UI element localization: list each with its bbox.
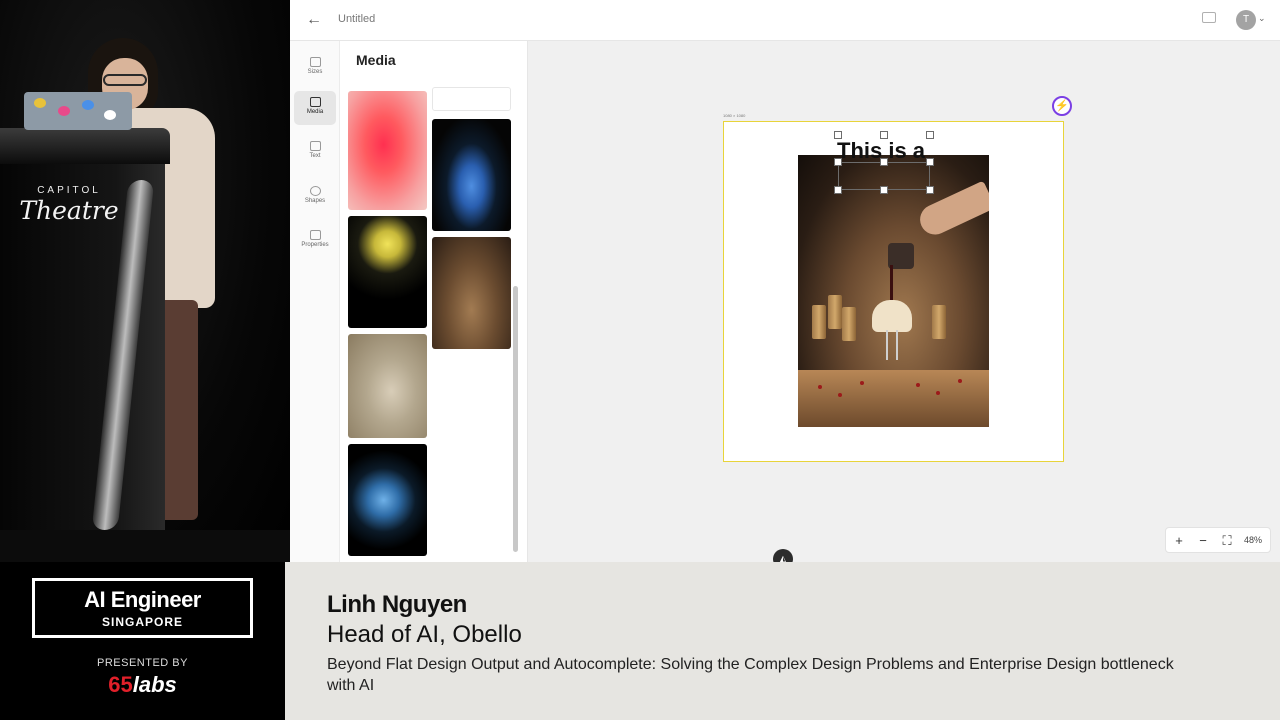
tool-properties[interactable]: Properties xyxy=(294,224,336,258)
image-cup xyxy=(828,295,842,329)
sponsor-word: labs xyxy=(132,672,177,697)
sponsor-logo: 65labs xyxy=(0,672,285,698)
frame-size-label: 1080 × 1080 xyxy=(723,113,746,118)
hub-icon[interactable]: ◭ xyxy=(773,549,793,562)
chevron-down-icon[interactable]: ⌄ xyxy=(1258,13,1266,24)
resize-handle[interactable] xyxy=(880,131,888,139)
brand-subtitle: SINGAPORE xyxy=(101,615,183,629)
image-cup xyxy=(812,305,826,339)
media-thumb-yellow-flower[interactable] xyxy=(348,216,427,328)
tool-sizes[interactable]: Sizes xyxy=(294,51,336,85)
podium-small-text: CAPITOL xyxy=(37,185,101,196)
design-app: ← Untitled T ⌄ Sizes Media Text Shapes P… xyxy=(290,0,1280,562)
tool-label: Text xyxy=(309,153,321,159)
avatar[interactable]: T xyxy=(1236,10,1256,30)
media-thumb-red-heel[interactable] xyxy=(348,91,427,210)
stage-video: CAPITOL Theatre xyxy=(0,0,290,562)
image-pour-stream xyxy=(890,265,893,305)
resize-handle[interactable] xyxy=(880,186,888,194)
presented-by-label: PRESENTED BY xyxy=(97,657,188,669)
media-thumb-blue-flower[interactable] xyxy=(348,444,427,556)
media-panel: Media xyxy=(340,41,528,562)
speaker-glasses xyxy=(103,74,147,86)
stage-floor xyxy=(0,530,290,562)
artboard[interactable]: This is a xyxy=(723,121,1064,462)
resize-handle[interactable] xyxy=(834,186,842,194)
tool-text[interactable]: Text xyxy=(294,135,336,169)
resize-handle[interactable] xyxy=(880,158,888,166)
brand-title: AI Engineer xyxy=(84,587,201,612)
media-thumb-white-doc[interactable] xyxy=(432,87,511,111)
speaker-role: Head of AI, Obello xyxy=(327,621,522,648)
canvas-area[interactable]: 1080 × 1080 This is a ⚡ ◭ + − ⛶ 48% xyxy=(528,41,1280,562)
media-thumb-dessert-pour[interactable] xyxy=(432,237,511,349)
speaker-caption: Linh Nguyen Head of AI, Obello Beyond Fl… xyxy=(285,562,1280,720)
back-arrow-icon[interactable]: ← xyxy=(304,10,324,30)
image-cup xyxy=(932,305,946,339)
event-brand: AI Engineer SINGAPORE PRESENTED BY 65lab… xyxy=(0,562,285,720)
tool-label: Shapes xyxy=(304,198,326,204)
tool-shapes[interactable]: Shapes xyxy=(294,180,336,214)
canvas-image-dessert[interactable] xyxy=(798,155,989,427)
text-icon xyxy=(309,141,321,151)
media-thumb-blue-plant[interactable] xyxy=(432,119,511,231)
media-thumb-metal-cylinder[interactable] xyxy=(348,334,427,438)
resize-handle[interactable] xyxy=(926,158,934,166)
sponsor-number: 65 xyxy=(108,672,133,697)
top-bar: ← Untitled T ⌄ xyxy=(290,0,1280,41)
panel-title: Media xyxy=(356,52,396,68)
image-cup xyxy=(842,307,856,341)
properties-icon xyxy=(309,230,321,240)
tool-media[interactable]: Media xyxy=(294,91,336,125)
resize-handle[interactable] xyxy=(926,186,934,194)
fit-screen-icon[interactable]: ⛶ xyxy=(1218,532,1236,550)
tool-label: Media xyxy=(306,109,324,115)
tool-label: Properties xyxy=(301,242,329,248)
zoom-level[interactable]: 48% xyxy=(1244,535,1262,545)
screen: CAPITOL Theatre ← Untitled T ⌄ Sizes Med… xyxy=(0,0,1280,720)
speaker-name: Linh Nguyen xyxy=(327,591,467,618)
zoom-in-button[interactable]: + xyxy=(1170,532,1188,550)
talk-title: Beyond Flat Design Output and Autocomple… xyxy=(327,656,1174,694)
laptop xyxy=(24,92,132,130)
podium-logo-text: Theatre xyxy=(19,196,119,225)
comment-icon[interactable] xyxy=(1202,12,1216,23)
tool-label: Sizes xyxy=(307,69,323,75)
resize-handle[interactable] xyxy=(834,158,842,166)
brand-logo-box: AI Engineer SINGAPORE xyxy=(32,578,253,638)
zoom-controls: + − ⛶ 48% xyxy=(1165,527,1271,553)
sizes-icon xyxy=(309,57,321,67)
tool-rail: Sizes Media Text Shapes Properties xyxy=(290,41,340,562)
shapes-icon xyxy=(309,186,321,196)
podium-top xyxy=(0,128,170,164)
media-icon xyxy=(309,97,321,107)
media-scrollbar[interactable] xyxy=(513,286,518,552)
image-ice-cream xyxy=(872,300,912,332)
zoom-out-button[interactable]: − xyxy=(1194,532,1212,550)
resize-handle[interactable] xyxy=(926,131,934,139)
resize-handle[interactable] xyxy=(834,131,842,139)
image-goblet xyxy=(886,330,898,360)
lightning-bolt-icon[interactable]: ⚡ xyxy=(1052,96,1072,116)
document-title[interactable]: Untitled xyxy=(338,13,375,25)
